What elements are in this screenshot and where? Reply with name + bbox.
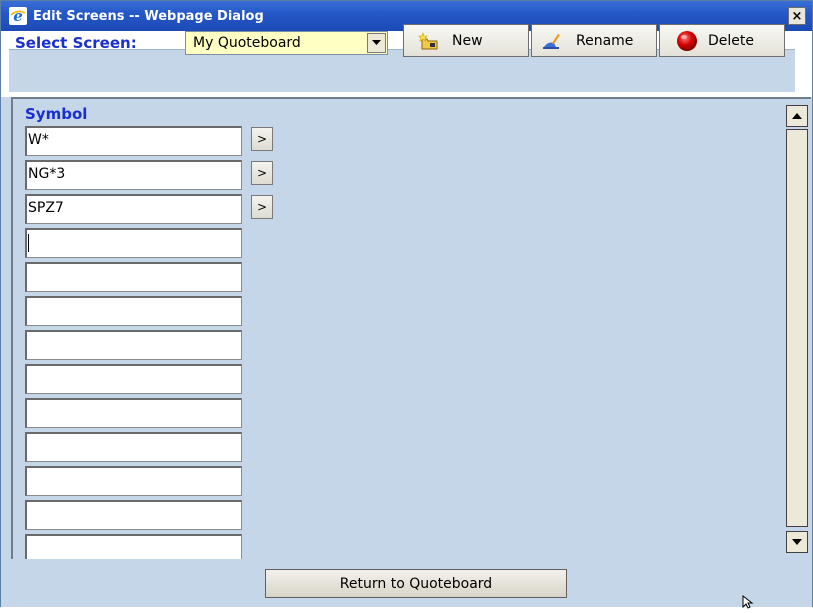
symbol-input[interactable] [25, 500, 242, 530]
go-arrow-button[interactable]: > [251, 127, 273, 151]
return-to-quoteboard-button[interactable]: Return to Quoteboard [265, 569, 567, 598]
close-icon: × [791, 8, 803, 24]
symbol-input[interactable]: SPZ7 [25, 194, 242, 224]
screen-select[interactable]: My Quoteboard [185, 31, 388, 55]
symbol-input[interactable] [25, 296, 242, 326]
symbol-input[interactable]: NG*3 [25, 160, 242, 190]
chevron-down-icon [792, 539, 802, 545]
svg-text:e: e [13, 7, 23, 25]
symbol-input[interactable] [25, 432, 242, 462]
chevron-up-icon [792, 113, 802, 119]
symbol-input[interactable] [25, 330, 242, 360]
scrollbar-thumb[interactable] [786, 129, 808, 527]
symbol-input[interactable] [25, 534, 242, 559]
symbol-input[interactable] [25, 262, 242, 292]
rename-button-label: Rename [576, 32, 634, 49]
dialog-window: e Edit Screens -- Webpage Dialog × Selec… [0, 0, 813, 609]
rename-brush-icon [542, 31, 562, 51]
symbol-column-header: Symbol [25, 105, 88, 123]
symbol-list-panel: Symbol W* > NG*3 > SPZ7 > [11, 97, 811, 559]
close-button[interactable]: × [788, 7, 806, 25]
mouse-cursor-icon [742, 594, 754, 613]
new-button[interactable]: New [403, 24, 529, 57]
go-arrow-button[interactable]: > [251, 161, 273, 185]
new-button-label: New [452, 32, 483, 49]
internet-explorer-icon: e [9, 7, 27, 25]
delete-button[interactable]: Delete [659, 24, 785, 57]
dialog-footer: Return to Quoteboard [1, 559, 812, 607]
go-arrow-button[interactable]: > [251, 195, 273, 219]
new-folder-icon [418, 31, 440, 51]
select-screen-label: Select Screen: [15, 34, 137, 52]
delete-red-circle-icon [676, 30, 698, 52]
scroll-up-button[interactable] [786, 105, 808, 127]
symbol-input[interactable]: W* [25, 126, 242, 156]
delete-button-label: Delete [708, 32, 754, 49]
scroll-down-button[interactable] [786, 531, 808, 553]
screen-select-value: My Quoteboard [193, 35, 301, 51]
symbol-input[interactable] [25, 398, 242, 428]
symbol-input[interactable] [25, 466, 242, 496]
symbol-input[interactable] [25, 364, 242, 394]
rename-button[interactable]: Rename [531, 24, 657, 57]
window-title: Edit Screens -- Webpage Dialog [33, 8, 264, 24]
chevron-down-icon[interactable] [367, 33, 386, 53]
vertical-scrollbar[interactable] [783, 99, 811, 559]
symbol-input[interactable] [25, 228, 242, 258]
